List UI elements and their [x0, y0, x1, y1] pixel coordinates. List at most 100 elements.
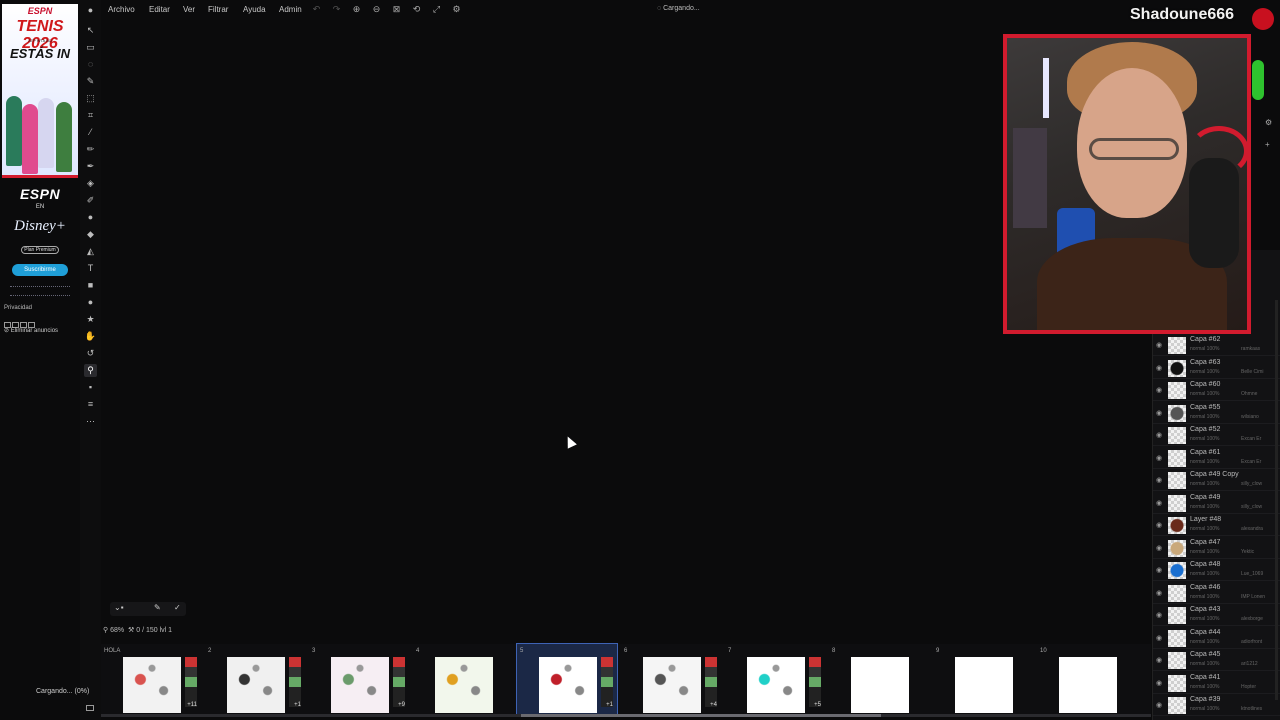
page-thumbnail[interactable]: HOLA +11	[101, 644, 201, 714]
visibility-icon[interactable]: ◉	[1156, 589, 1162, 597]
layer-row[interactable]: ◉ Capa #49 normal 100% silly_clow	[1153, 492, 1280, 514]
stamp-icon[interactable]: ≡	[84, 398, 97, 411]
layer-row[interactable]: ◉ Layer #48 normal 100% alexandra	[1153, 514, 1280, 536]
brush-icon[interactable]: ✒	[84, 160, 97, 173]
layer-row[interactable]: ◉ Capa #43 normal 100% alexborge	[1153, 604, 1280, 626]
visibility-icon[interactable]: ◉	[1156, 701, 1162, 709]
visibility-icon[interactable]: ◉	[1156, 611, 1162, 619]
menu-ayuda[interactable]: Ayuda	[243, 5, 266, 14]
ellipse-icon[interactable]: ●	[84, 296, 97, 309]
crop-icon[interactable]: ⌗	[84, 109, 97, 122]
select-rect-icon[interactable]: ▭	[84, 41, 97, 54]
layer-row[interactable]: ◉ Capa #60 normal 100% Ohmne	[1153, 379, 1280, 401]
visibility-icon[interactable]: ◉	[1156, 521, 1162, 529]
side-settings-icon[interactable]: ⚙	[1265, 118, 1272, 127]
page-thumbnail[interactable]: 9	[933, 644, 1033, 714]
zoom-in-icon[interactable]: ⊕	[351, 4, 362, 15]
page-thumbnail[interactable]: 10	[1037, 644, 1137, 714]
ad-remove-link[interactable]: ⊘ Eliminar anuncios	[4, 327, 58, 334]
gradient-icon[interactable]: ◭	[84, 245, 97, 258]
ad-privacy-link[interactable]: Privacidad	[4, 305, 32, 311]
zoom-tool-icon[interactable]: ⚲	[84, 364, 97, 377]
bucket-icon[interactable]: ◆	[84, 228, 97, 241]
visibility-icon[interactable]: ◉	[1156, 454, 1162, 462]
rotate-icon[interactable]: ⟲	[411, 4, 422, 15]
layer-row[interactable]: ◉ Capa #48 normal 100% Lue_1069	[1153, 559, 1280, 581]
lasso-icon[interactable]: ✎	[84, 75, 97, 88]
page-thumbnail[interactable]: 6 +4	[621, 644, 721, 714]
transform-icon[interactable]: ⬚	[84, 92, 97, 105]
zoom-icon[interactable]: ⚲	[103, 627, 108, 634]
menu-editar[interactable]: Editar	[149, 5, 170, 14]
brush-toggle-icon[interactable]: ✎	[154, 603, 161, 612]
fullscreen-icon[interactable]: ⤢	[431, 4, 442, 15]
visibility-icon[interactable]: ◉	[1156, 544, 1162, 552]
layer-row[interactable]: ◉ Capa #41 normal 100% Hopter	[1153, 672, 1280, 694]
move-tool-icon[interactable]: ↖	[84, 24, 97, 37]
more-tools-icon[interactable]: ⋯	[84, 415, 97, 428]
visibility-icon[interactable]: ◉	[1156, 679, 1162, 687]
chat-toggle-icon[interactable]: ⌄▪	[114, 603, 124, 612]
zoom-out-icon[interactable]: ⊖	[371, 4, 382, 15]
zoom-value[interactable]: 68%	[110, 627, 124, 634]
layers-scrollbar[interactable]	[1275, 300, 1278, 700]
redo-icon[interactable]: ↷	[331, 4, 342, 15]
text-tool-icon[interactable]: T	[84, 262, 97, 275]
panel-toggle-icon[interactable]	[86, 705, 94, 711]
page-thumbnail[interactable]: 5 +1	[516, 643, 618, 715]
ad-disney-block[interactable]: ESPN EN Disney+ Plan Premium Suscribirme	[4, 182, 76, 300]
rotate-view-icon[interactable]: ↺	[84, 347, 97, 360]
visibility-icon[interactable]: ◉	[1156, 341, 1162, 349]
layer-row[interactable]: ◉ Capa #47 normal 100% Yektic	[1153, 537, 1280, 559]
eraser-icon[interactable]: ◈	[84, 177, 97, 190]
comment-icon[interactable]: ▪	[84, 381, 97, 394]
menu-admin[interactable]: Admin	[279, 5, 302, 14]
page-thumbnail[interactable]: 8	[829, 644, 929, 714]
layer-row[interactable]: ◉ Capa #61 normal 100% Excan Er	[1153, 447, 1280, 469]
visibility-icon[interactable]: ◉	[1156, 409, 1162, 417]
layer-row[interactable]: ◉ Capa #52 normal 100% Excan Er	[1153, 424, 1280, 446]
eyedropper-icon[interactable]: ⁄	[84, 126, 97, 139]
visibility-icon[interactable]: ◉	[1156, 656, 1162, 664]
side-add-icon[interactable]: +	[1265, 140, 1270, 149]
thumbnail-scrollbar[interactable]	[101, 714, 1151, 717]
rectangle-icon[interactable]: ■	[84, 279, 97, 292]
menu-archivo[interactable]: Archivo	[108, 5, 135, 14]
smudge-icon[interactable]: ✐	[84, 194, 97, 207]
visibility-icon[interactable]: ◉	[1156, 634, 1162, 642]
menu-filtrar[interactable]: Filtrar	[208, 5, 228, 14]
shape-icon[interactable]: ★	[84, 313, 97, 326]
menu-ver[interactable]: Ver	[183, 5, 195, 14]
hand-icon[interactable]: ✋	[84, 330, 97, 343]
layer-thumbnail	[1168, 494, 1186, 512]
settings-icon[interactable]: ⚙	[451, 4, 462, 15]
app-logo-icon[interactable]: ●	[84, 4, 97, 17]
visibility-icon[interactable]: ◉	[1156, 476, 1162, 484]
layer-row[interactable]: ◉ Capa #46 normal 100% IMP Lonen	[1153, 582, 1280, 604]
pen-icon[interactable]: ✓	[174, 603, 181, 612]
layer-row[interactable]: ◉ Capa #44 normal 100% adiorfront	[1153, 627, 1280, 649]
layer-row[interactable]: ◉ Capa #45 normal 100% ari1212	[1153, 649, 1280, 671]
select-ellipse-icon[interactable]: ◌	[84, 58, 97, 71]
layer-row[interactable]: ◉ Capa #62 normal 100% ramkaas	[1153, 334, 1280, 356]
page-thumbnail[interactable]: 4	[413, 644, 513, 714]
page-thumbnail[interactable]: 3 +9	[309, 644, 409, 714]
undo-icon[interactable]: ↶	[311, 4, 322, 15]
visibility-icon[interactable]: ◉	[1156, 566, 1162, 574]
page-thumbnail[interactable]: 7 +5	[725, 644, 825, 714]
ad-banner-tennis[interactable]: ESPN TENIS 2026 ATP WTA AO ESTÁS IN	[2, 4, 78, 178]
page-thumbnail[interactable]: 2 +1	[205, 644, 305, 714]
visibility-icon[interactable]: ◉	[1156, 386, 1162, 394]
fit-icon[interactable]: ⊠	[391, 4, 402, 15]
visibility-icon[interactable]: ◉	[1156, 499, 1162, 507]
layer-row[interactable]: ◉ Capa #63 normal 100% Belle Cimi	[1153, 357, 1280, 379]
blur-icon[interactable]: ●	[84, 211, 97, 224]
layer-row[interactable]: ◉ Capa #39 normal 100% ktnotlines	[1153, 694, 1280, 716]
drawing-canvas[interactable]	[101, 22, 1151, 642]
layer-row[interactable]: ◉ Capa #49 Copy normal 100% silly_clow	[1153, 469, 1280, 491]
visibility-icon[interactable]: ◉	[1156, 431, 1162, 439]
ad-subscribe-button[interactable]: Suscribirme	[12, 264, 68, 276]
visibility-icon[interactable]: ◉	[1156, 364, 1162, 372]
pencil-icon[interactable]: ✏	[84, 143, 97, 156]
layer-row[interactable]: ◉ Capa #55 normal 100% wilsiano	[1153, 402, 1280, 424]
